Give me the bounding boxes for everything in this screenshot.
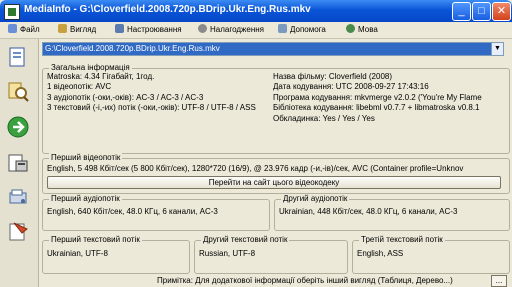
video-stream-group: Перший відеопотік English, 5 498 Кбіт/се… xyxy=(42,153,510,194)
text-stream-3-group: Третій текстовий потік English, ASS xyxy=(352,235,510,274)
text-stream-1-legend: Перший текстовий потік xyxy=(49,235,142,244)
general-video-line: 1 відеопотік: AVC xyxy=(47,82,112,91)
audio-stream-1-legend: Перший аудіопотік xyxy=(49,194,122,203)
text-stream-2-legend: Другий текстовий потік xyxy=(201,235,290,244)
text-stream-2-info: Russian, UTF-8 xyxy=(199,249,256,258)
debug-icon xyxy=(198,24,207,33)
sidebar-toolbar xyxy=(0,39,39,287)
file-icon xyxy=(8,24,17,33)
video-stream-legend: Перший відеопотік xyxy=(49,153,123,162)
cover-line: Обкладинка: Yes / Yes / Yes xyxy=(273,114,375,123)
export-icon[interactable] xyxy=(6,151,30,175)
title-bar: MediaInfo - G:\Cloverfield.2008.720p.BDr… xyxy=(0,0,512,22)
general-format-line: Matroska: 4.34 Гігабайт, 1год. xyxy=(47,72,155,81)
status-bar: Примітка: Для додаткової інформації обер… xyxy=(39,275,512,287)
more-options-button[interactable]: ... xyxy=(491,275,507,287)
menu-file-label: Файл xyxy=(20,25,40,34)
help-icon xyxy=(278,24,287,33)
view-icon xyxy=(58,24,67,33)
minimize-button[interactable]: _ xyxy=(452,2,471,21)
general-audio-line: 3 аудіопотік (-оки,-оків): AC-3 / AC-3 /… xyxy=(47,93,204,102)
menu-debug-label: Налагодження xyxy=(210,25,264,34)
menu-settings-label: Настроювання xyxy=(127,25,182,34)
encoded-date-line: Дата кодування: UTC 2008-09-27 17:43:16 xyxy=(273,82,429,91)
language-icon xyxy=(346,24,355,33)
menu-language[interactable]: Мова xyxy=(346,24,378,36)
status-note: Примітка: Для додаткової інформації обер… xyxy=(157,276,453,285)
open-file-icon[interactable] xyxy=(6,45,30,69)
menu-view-label: Вигляд xyxy=(70,25,97,34)
report-icon[interactable] xyxy=(6,219,30,243)
file-selector[interactable]: G:\Cloverfield.2008.720p.BDrip.Ukr.Eng.R… xyxy=(42,42,492,56)
audio-stream-1-group: Перший аудіопотік English, 640 Кбіт/сек,… xyxy=(42,194,270,231)
settings-icon xyxy=(115,24,124,33)
text-stream-1-group: Перший текстовий потік Ukrainian, UTF-8 xyxy=(42,235,190,274)
close-button[interactable]: ✕ xyxy=(492,2,511,21)
menu-bar: Файл Вигляд Настроювання Налагодження До… xyxy=(0,22,512,39)
menu-help[interactable]: Допомога xyxy=(278,24,326,36)
audio-stream-1-info: English, 640 Кбіт/сек, 48.0 КГц, 6 канал… xyxy=(47,207,218,216)
menu-settings[interactable]: Настроювання xyxy=(115,24,182,36)
options-icon[interactable] xyxy=(6,185,30,209)
main-content: G:\Cloverfield.2008.720p.BDrip.Ukr.Eng.R… xyxy=(39,39,512,287)
movie-title-line: Назва фільму: Cloverfield (2008) xyxy=(273,72,393,81)
menu-help-label: Допомога xyxy=(290,25,326,34)
video-stream-info: English, 5 498 Кбіт/сек (5 800 Кбіт/сек)… xyxy=(47,164,464,173)
search-icon[interactable] xyxy=(6,79,30,103)
menu-debug[interactable]: Налагодження xyxy=(198,24,264,36)
audio-stream-2-group: Другий аудіопотік Ukrainian, 448 Кбіт/се… xyxy=(274,194,510,231)
menu-file[interactable]: Файл xyxy=(8,24,40,36)
app-logo-icon xyxy=(4,4,20,20)
window-title: MediaInfo - G:\Cloverfield.2008.720p.BDr… xyxy=(24,4,311,15)
text-stream-1-info: Ukrainian, UTF-8 xyxy=(47,249,108,258)
next-icon[interactable] xyxy=(6,115,30,139)
text-stream-2-group: Другий текстовий потік Russian, UTF-8 xyxy=(194,235,348,274)
writing-library-line: Бібліотека кодування: libebml v0.7.7 + l… xyxy=(273,103,480,112)
text-stream-3-legend: Третій текстовий потік xyxy=(359,235,445,244)
menu-language-label: Мова xyxy=(358,25,378,34)
general-text-line: 3 текстовий (-і,-их) потік (-оки,-оків):… xyxy=(47,103,256,112)
codec-website-button[interactable]: Перейти на сайт цього відеокодеку xyxy=(47,176,501,189)
audio-stream-2-legend: Другий аудіопотік xyxy=(281,194,350,203)
maximize-button[interactable]: □ xyxy=(472,2,491,21)
audio-stream-2-info: Ukrainian, 448 Кбіт/сек, 48.0 КГц, 6 кан… xyxy=(279,207,458,216)
writing-app-line: Програма кодування: mkvmerge v2.0.2 ('Yo… xyxy=(273,93,482,102)
menu-view[interactable]: Вигляд xyxy=(58,24,96,36)
text-stream-3-info: English, ASS xyxy=(357,249,404,258)
chevron-down-icon[interactable]: ▼ xyxy=(491,42,504,56)
general-info-legend: Загальна інформація xyxy=(49,63,132,72)
general-info-group: Загальна інформація Matroska: 4.34 Гігаб… xyxy=(42,63,510,154)
